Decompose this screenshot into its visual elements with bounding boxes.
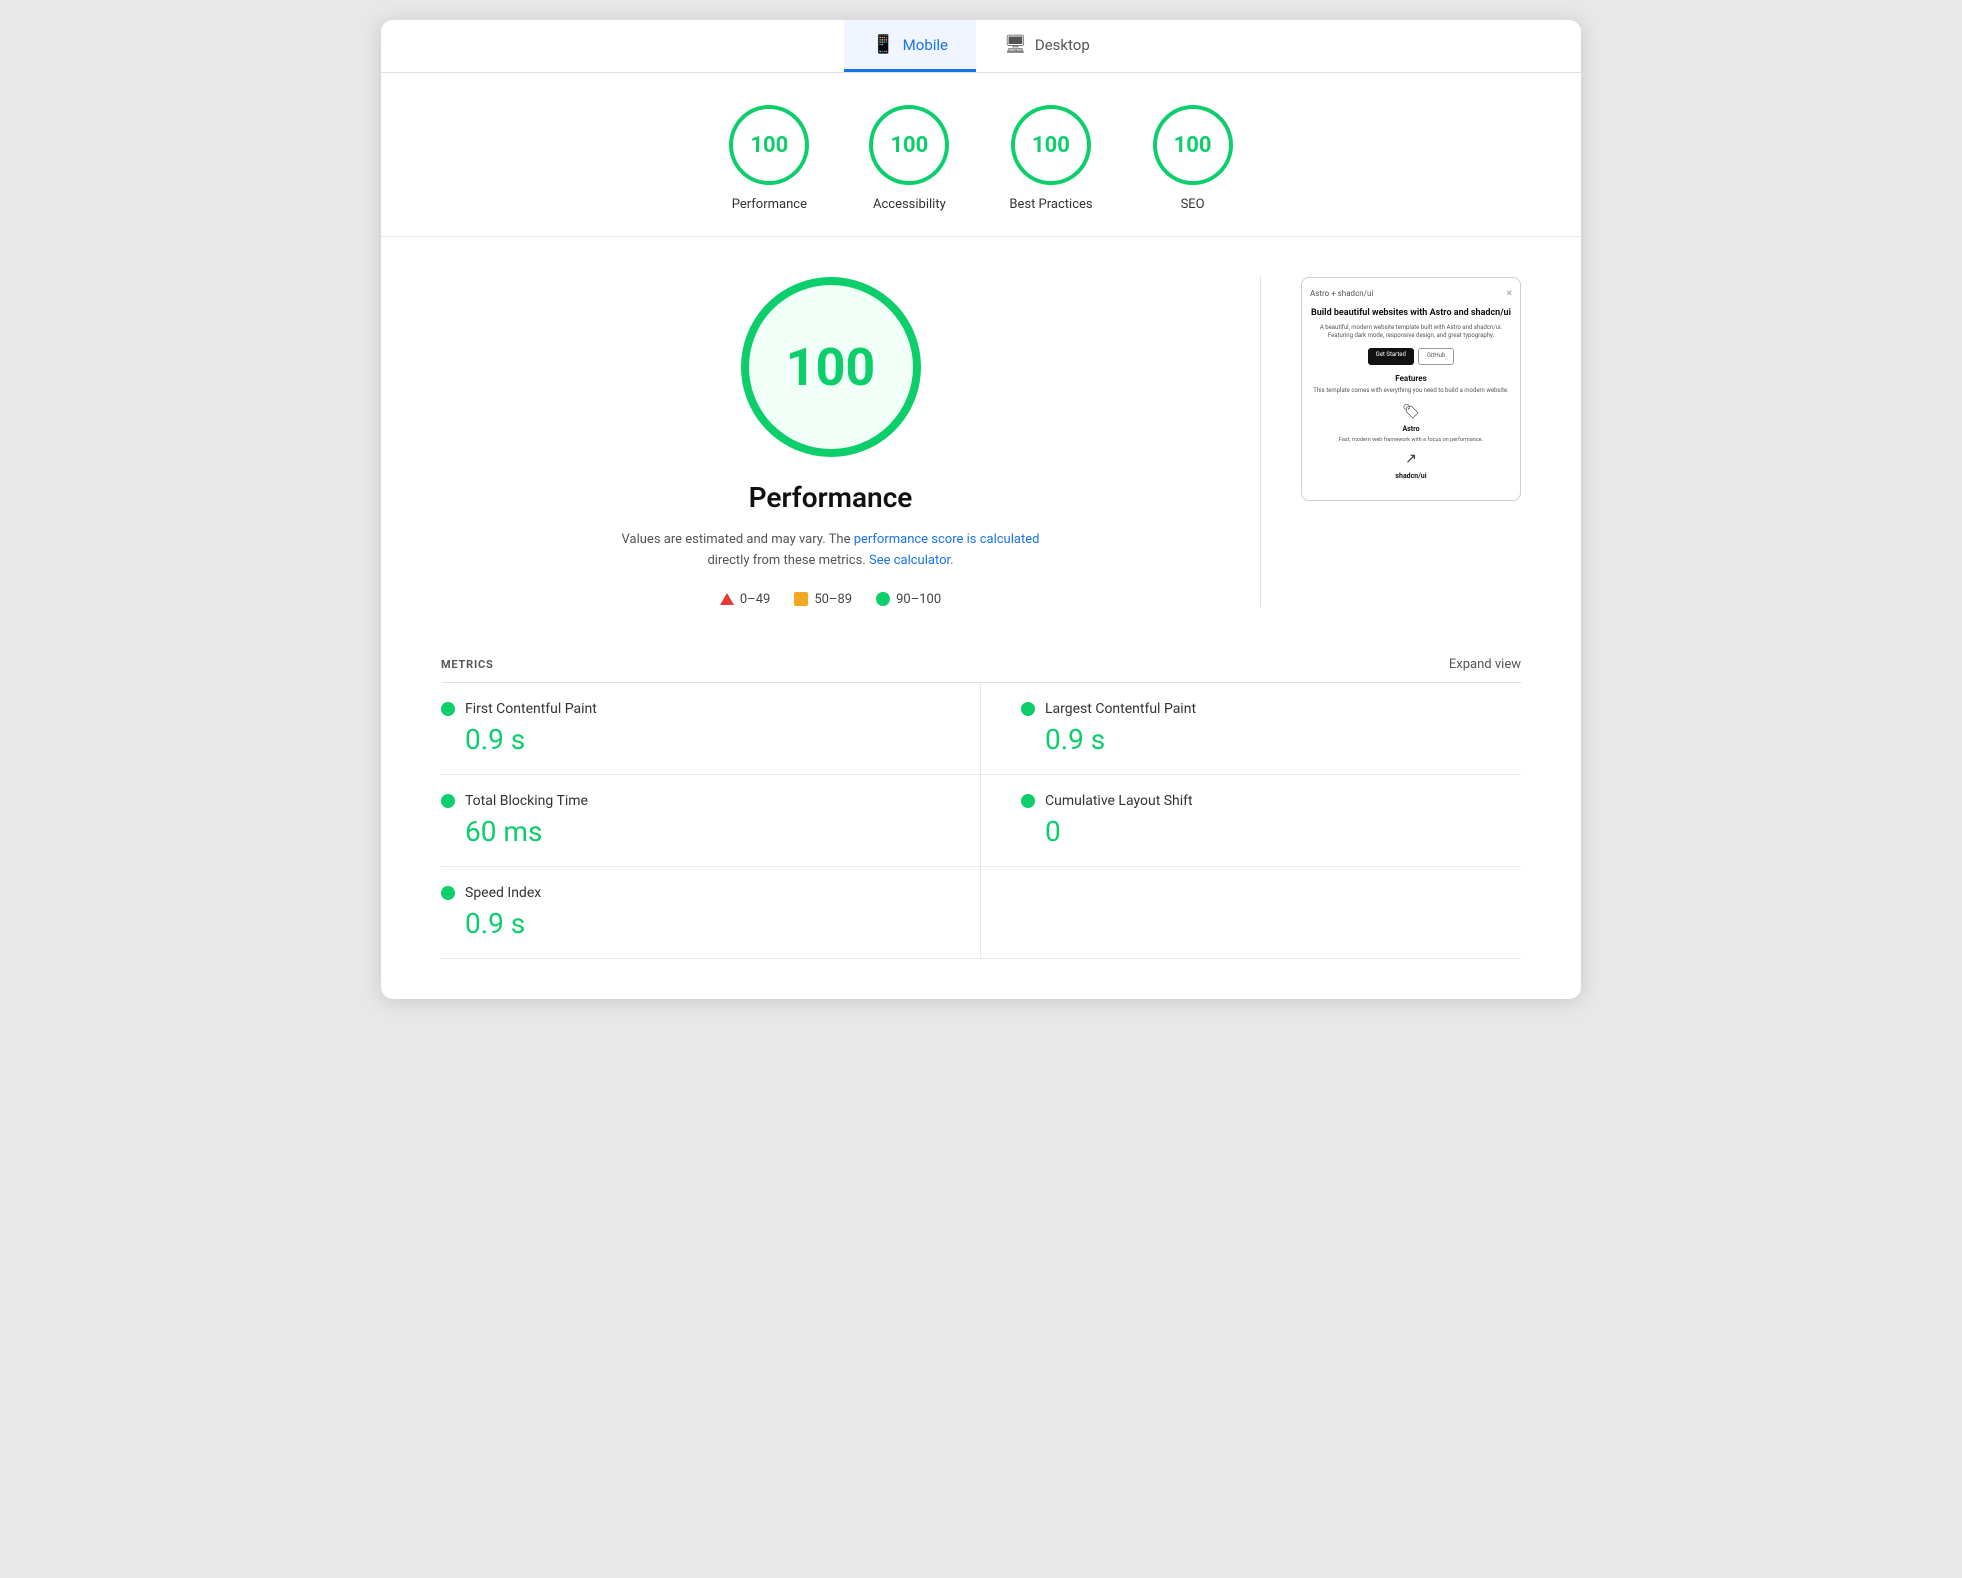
score-circle-performance: 100 [729,105,809,185]
big-score-circle: 100 [741,277,921,457]
screenshot-content: Build beautiful websites with Astro and … [1310,307,1512,484]
legend-orange: 50–89 [794,592,852,607]
orange-square-icon [794,592,808,606]
legend: 0–49 50–89 90–100 [720,592,941,607]
tabs-bar: 📱 Mobile 🖥 Desktop [381,20,1581,73]
left-panel: 100 Performance Values are estimated and… [441,277,1220,607]
vertical-divider [1260,277,1261,607]
score-label-seo: SEO [1181,197,1205,212]
score-label-accessibility: Accessibility [873,197,946,212]
screenshot-astro-section: 🏷 Astro Fast, modern web framework with … [1310,403,1512,444]
desktop-icon: 🖥 [1004,34,1027,55]
metrics-section: METRICS Expand view First Contentful Pai… [381,647,1581,999]
metric-cell-fcp: First Contentful Paint 0.9 s [441,683,981,775]
section-title: Performance [749,481,913,514]
tab-desktop-label: Desktop [1035,36,1090,54]
metric-name-si: Speed Index [465,885,541,901]
screenshot-close-icon: × [1507,288,1512,299]
green-circle-icon [876,592,890,606]
red-triangle-icon [720,593,734,605]
score-circle-seo: 100 [1153,105,1233,185]
tab-desktop[interactable]: 🖥 Desktop [976,20,1118,72]
score-circle-accessibility: 100 [869,105,949,185]
metric-cell-si: Speed Index 0.9 s [441,867,981,959]
screenshot-shadcn-section: ↗ shadcn/ui [1310,450,1512,483]
performance-score-link[interactable]: performance score is calculated [854,532,1040,547]
metric-name-cls: Cumulative Layout Shift [1045,793,1193,809]
expand-view-button[interactable]: Expand view [1449,657,1521,672]
metric-dot-lcp [1021,702,1035,716]
get-started-btn: Get Started [1368,348,1414,364]
score-label-performance: Performance [732,197,807,212]
metric-name-tbt: Total Blocking Time [465,793,588,809]
score-item-seo: 100 SEO [1153,105,1233,212]
screenshot-heading: Build beautiful websites with Astro and … [1310,307,1512,320]
see-calculator-link[interactable]: See calculator [869,553,950,568]
tab-mobile[interactable]: 📱 Mobile [844,20,976,72]
score-item-best-practices: 100 Best Practices [1009,105,1092,212]
metrics-header: METRICS Expand view [441,647,1521,682]
astro-icon-title: Astro [1402,425,1419,435]
metric-cell-cls: Cumulative Layout Shift 0 [981,775,1521,867]
metrics-grid: First Contentful Paint 0.9 s Largest Con… [441,683,1521,959]
shadcn-icon-title: shadcn/ui [1395,472,1426,482]
screenshot-buttons: Get Started GitHub [1310,348,1512,364]
screenshot-frame: Astro + shadcn/ui × Build beautiful webs… [1301,277,1521,501]
screenshot-features-desc: This template comes with everything you … [1310,387,1512,395]
metric-value-lcp: 0.9 s [1021,723,1521,756]
score-item-performance: 100 Performance [729,105,809,212]
main-container: 📱 Mobile 🖥 Desktop 100 Performance 100 A… [381,20,1581,999]
score-label-best-practices: Best Practices [1009,197,1092,212]
metric-dot-cls [1021,794,1035,808]
metric-cell-lcp: Largest Contentful Paint 0.9 s [981,683,1521,775]
tab-mobile-label: Mobile [903,36,948,54]
metric-value-cls: 0 [1021,815,1521,848]
metric-value-si: 0.9 s [441,907,940,940]
metric-name-row-lcp: Largest Contentful Paint [1021,701,1521,717]
metric-name-row-cls: Cumulative Layout Shift [1021,793,1521,809]
metric-name-lcp: Largest Contentful Paint [1045,701,1196,717]
metric-name-fcp: First Contentful Paint [465,701,597,717]
mobile-icon: 📱 [872,34,894,55]
github-btn: GitHub [1418,348,1454,364]
metric-value-tbt: 60 ms [441,815,940,848]
astro-icon-desc: Fast, modern web framework with a focus … [1339,437,1483,445]
metric-name-row-fcp: First Contentful Paint [441,701,940,717]
shadcn-icon: ↗ [1405,450,1417,470]
metric-dot-tbt [441,794,455,808]
description: Values are estimated and may vary. The p… [621,530,1041,572]
metric-name-row-tbt: Total Blocking Time [441,793,940,809]
right-panel: Astro + shadcn/ui × Build beautiful webs… [1301,277,1521,501]
legend-green: 90–100 [876,592,941,607]
metric-dot-fcp [441,702,455,716]
score-item-accessibility: 100 Accessibility [869,105,949,212]
screenshot-header: Astro + shadcn/ui × [1310,288,1512,299]
metric-cell-empty [981,867,1521,959]
score-circle-best-practices: 100 [1011,105,1091,185]
metric-value-fcp: 0.9 s [441,723,940,756]
metric-cell-tbt: Total Blocking Time 60 ms [441,775,981,867]
main-content: 100 Performance Values are estimated and… [381,237,1581,647]
metric-dot-si [441,886,455,900]
screenshot-tab-title: Astro + shadcn/ui [1310,289,1373,298]
legend-red: 0–49 [720,592,770,607]
astro-icon: 🏷 [1402,403,1420,423]
metrics-label: METRICS [441,658,494,671]
screenshot-desc: A beautiful, modern website template bui… [1310,324,1512,341]
screenshot-features-title: Features [1310,373,1512,384]
metric-name-row-si: Speed Index [441,885,940,901]
score-section: 100 Performance 100 Accessibility 100 Be… [381,73,1581,237]
